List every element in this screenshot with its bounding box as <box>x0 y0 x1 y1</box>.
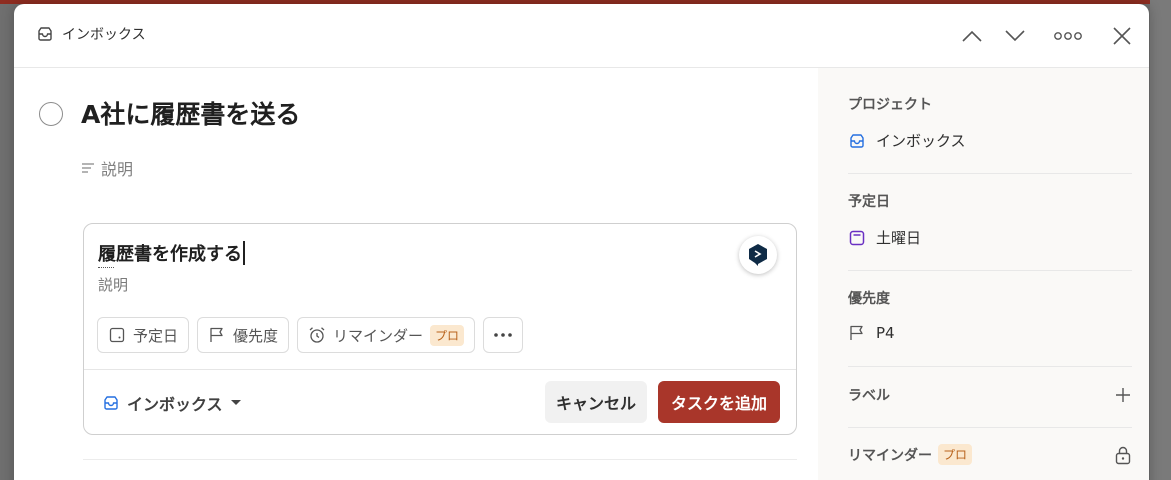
description-icon <box>81 162 95 174</box>
inbox-icon <box>102 394 120 412</box>
subtask-description-input[interactable]: 説明 <box>98 274 128 295</box>
calendar-icon <box>108 326 126 344</box>
spellcheck-underline <box>98 267 114 268</box>
sidebar-labels-label: ラベル <box>848 388 890 404</box>
subtask-editor-footer: インボックス キャンセル タスクを追加 <box>84 369 796 435</box>
pro-badge: プロ <box>430 324 465 346</box>
description-placeholder: 説明 <box>101 160 134 179</box>
calendar-icon <box>848 229 866 247</box>
dropdown-caret-icon <box>230 399 242 407</box>
inbox-icon <box>36 25 54 43</box>
ai-assist-button[interactable] <box>739 236 777 274</box>
pro-badge: プロ <box>938 444 973 465</box>
sidebar-due-section: 予定日 土曜日 <box>848 191 1132 271</box>
sidebar-priority-value[interactable]: P4 <box>848 324 1132 342</box>
add-task-button[interactable]: タスクを追加 <box>658 381 780 423</box>
sidebar-priority-section: 優先度 P4 <box>848 288 1132 367</box>
alarm-clock-icon <box>308 326 326 344</box>
cancel-button[interactable]: キャンセル <box>545 381 647 423</box>
modal-header: インボックス <box>14 4 1149 68</box>
background-app-edge <box>1150 0 1171 480</box>
subtask-name-text: 履歴書を作成する <box>98 244 242 265</box>
ai-assist-icon <box>747 243 769 267</box>
breadcrumb-label: インボックス <box>62 27 146 43</box>
due-date-chip-label: 予定日 <box>133 326 179 345</box>
flag-icon <box>208 326 226 344</box>
project-selector-label: インボックス <box>127 395 223 414</box>
previous-task-button[interactable] <box>958 22 986 50</box>
sidebar-due-label: 予定日 <box>848 194 890 210</box>
sidebar-reminders-label: リマインダー <box>848 447 932 464</box>
inbox-icon <box>848 132 866 150</box>
sidebar-reminders-section: リマインダー プロ <box>848 444 1132 480</box>
lock-icon[interactable] <box>1114 445 1132 465</box>
plus-icon[interactable] <box>1114 386 1132 404</box>
task-title[interactable]: A社に履歴書を送る <box>81 95 300 131</box>
task-sidebar: プロジェクト インボックス 予定日 土曜日 優先度 P4 ラベル リマインダー … <box>818 68 1149 480</box>
sidebar-priority-text: P4 <box>876 324 895 342</box>
subtask-name-input[interactable]: 履歴書を作成する <box>98 240 245 268</box>
sidebar-project-value[interactable]: インボックス <box>848 130 1132 151</box>
subtask-editor: 履歴書を作成する 説明 予定日 優先度 リマインダー プロ インボックス キャン… <box>83 223 797 435</box>
priority-chip-label: 優先度 <box>233 326 279 345</box>
task-detail-modal: インボックス A社に履歴書を送る 説明 履歴書を作成する 説明 予定日 優先度 … <box>14 4 1149 480</box>
sidebar-project-text: インボックス <box>876 132 966 150</box>
chevron-down-icon <box>1004 29 1026 43</box>
sidebar-priority-label: 優先度 <box>848 291 890 307</box>
sidebar-project-label: プロジェクト <box>848 97 932 113</box>
next-task-button[interactable] <box>1001 22 1029 50</box>
project-selector[interactable]: インボックス <box>102 391 242 415</box>
sidebar-due-value[interactable]: 土曜日 <box>848 227 1132 248</box>
more-icon <box>1054 31 1082 41</box>
close-icon <box>1112 26 1132 46</box>
more-actions-button[interactable] <box>1054 22 1082 50</box>
chevron-up-icon <box>961 29 983 43</box>
section-divider <box>83 459 797 460</box>
task-main-area: A社に履歴書を送る 説明 履歴書を作成する 説明 予定日 優先度 リマインダー … <box>14 68 818 480</box>
breadcrumb[interactable]: インボックス <box>36 24 146 44</box>
task-description[interactable]: 説明 <box>81 156 133 180</box>
reminder-chip-label: リマインダー <box>333 326 424 345</box>
sidebar-due-text: 土曜日 <box>876 229 922 247</box>
sidebar-labels-section: ラベル <box>848 385 1132 428</box>
subtask-options: 予定日 優先度 リマインダー プロ <box>97 317 524 353</box>
close-button[interactable] <box>1108 22 1136 50</box>
priority-chip[interactable]: 優先度 <box>197 317 290 353</box>
due-date-chip[interactable]: 予定日 <box>97 317 190 353</box>
more-horizontal-icon <box>493 332 513 338</box>
reminder-chip[interactable]: リマインダー プロ <box>297 317 476 353</box>
text-cursor <box>243 241 245 265</box>
flag-icon <box>848 324 866 342</box>
sidebar-project-section: プロジェクト インボックス <box>848 94 1132 174</box>
more-options-chip[interactable] <box>483 317 524 353</box>
task-complete-checkbox[interactable] <box>39 102 63 126</box>
